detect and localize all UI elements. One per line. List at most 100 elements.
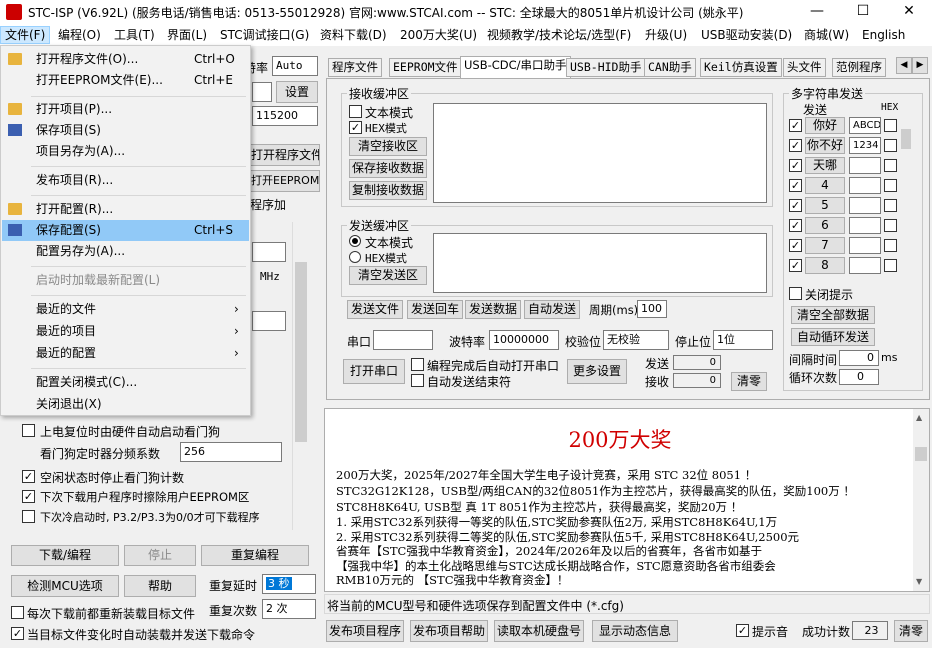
stop-button[interactable]: 停止 — [124, 545, 196, 566]
menu-save-config[interactable]: 保存配置(S) Ctrl+S — [2, 220, 249, 241]
menu-file[interactable]: 文件(F) — [0, 26, 51, 44]
menu-load-latest-config[interactable]: 启动时加载最新配置(L) — [2, 270, 249, 291]
menu-open-project[interactable]: 打开项目(P)... — [2, 99, 249, 120]
tab-examples[interactable]: 范例程序 — [832, 58, 886, 77]
save-recv-button[interactable]: 保存接收数据 — [349, 159, 427, 178]
repeat-program-button[interactable]: 重复编程 — [201, 545, 309, 566]
recv-text-mode-checkbox[interactable] — [349, 105, 362, 118]
interval-input[interactable]: 0 — [839, 350, 879, 366]
reload-checkbox[interactable] — [11, 606, 24, 619]
multi-send-button[interactable]: 你不好 — [805, 137, 845, 154]
auto-loop-button[interactable]: 自动循环发送 — [791, 328, 875, 346]
open-eeprom-file-button[interactable]: 打开EEPROM文件 — [250, 170, 320, 192]
tab-usb-cdc-serial[interactable]: USB-CDC/串口助手 — [460, 56, 571, 78]
menu-usb-driver[interactable]: USB驱动安装(D) — [697, 26, 796, 44]
left-tab-partial[interactable]: 程序加 — [250, 196, 286, 213]
multi-send-input[interactable] — [849, 197, 881, 214]
repeat-delay-select[interactable]: 3 秒 — [262, 574, 316, 594]
menu-open-program-file[interactable]: 打开程序文件(O)... Ctrl+O — [2, 49, 249, 70]
open-port-button[interactable]: 打开串口 — [343, 359, 405, 384]
tab-program-file[interactable]: 程序文件 — [328, 58, 382, 77]
send-file-button[interactable]: 发送文件 — [347, 300, 403, 319]
multi-send-input[interactable] — [849, 157, 881, 174]
multi-send-button[interactable]: 4 — [805, 177, 845, 194]
menu-upgrade[interactable]: 升级(U) — [641, 26, 691, 44]
news-scroll-down[interactable]: ▼ — [916, 577, 922, 586]
idle-stop-watchdog-checkbox[interactable]: ✓ — [22, 470, 35, 483]
port-select[interactable] — [373, 330, 433, 350]
show-dynamic-info-button[interactable]: 显示动态信息 — [592, 620, 678, 642]
mcu-select[interactable] — [252, 82, 272, 102]
menu-exit[interactable]: 关闭退出(X) — [2, 394, 249, 415]
menu-video-forum[interactable]: 视频教学/技术论坛/选型(F) — [483, 26, 635, 44]
multi-send-checkbox[interactable]: ✓ — [789, 119, 802, 132]
menu-recent-configs[interactable]: 最近的配置 › — [2, 343, 249, 364]
auto-send-button[interactable]: 自动发送 — [524, 300, 580, 319]
menu-recent-projects[interactable]: 最近的项目 › — [2, 321, 249, 342]
watchdog-divider-select[interactable]: 256 — [180, 442, 282, 462]
multi-hex-checkbox[interactable] — [884, 159, 897, 172]
minimize-button[interactable]: — — [794, 0, 840, 24]
multi-send-button[interactable]: 天哪 — [805, 157, 845, 174]
erase-eeprom-checkbox[interactable]: ✓ — [22, 490, 35, 503]
chip-select[interactable] — [252, 242, 286, 262]
beep-checkbox[interactable]: ✓ — [736, 624, 749, 637]
menu-config-close-mode[interactable]: 配置关闭模式(C)... — [2, 372, 249, 393]
serial-baud-select[interactable]: 10000000 — [489, 330, 559, 350]
news-scrollbar[interactable]: ▲ ▼ — [913, 409, 929, 591]
menu-debug-interface[interactable]: STC调试接口(G) — [216, 26, 313, 44]
open-program-file-button[interactable]: 打开程序文件 — [250, 144, 320, 166]
close-hint-checkbox[interactable] — [789, 287, 802, 300]
parity-select[interactable]: 无校验 — [603, 330, 669, 350]
multi-send-input[interactable]: ABCD — [849, 117, 881, 134]
help-button[interactable]: 帮助 — [124, 575, 196, 597]
auto-send-checkbox[interactable]: ✓ — [11, 627, 24, 640]
loop-count-input[interactable]: 0 — [839, 369, 879, 385]
menu-english[interactable]: English — [858, 26, 909, 44]
news-scroll-up[interactable]: ▲ — [916, 413, 922, 422]
multi-scrollbar[interactable] — [899, 115, 913, 275]
news-scroll-thumb[interactable] — [915, 447, 927, 461]
read-disk-id-button[interactable]: 读取本机硬盘号 — [494, 620, 584, 642]
menu-prize[interactable]: 200万大奖(U) — [396, 26, 481, 44]
menu-save-project[interactable]: 保存项目(S) — [2, 120, 249, 141]
baud-select[interactable]: Auto — [272, 56, 318, 76]
clear-send-button[interactable]: 清空发送区 — [349, 266, 427, 285]
multi-send-checkbox[interactable]: ✓ — [789, 179, 802, 192]
multi-send-checkbox[interactable]: ✓ — [789, 219, 802, 232]
send-text-mode-radio[interactable] — [349, 235, 361, 247]
multi-send-input[interactable]: 1234 — [849, 137, 881, 154]
send-hex-mode-radio[interactable] — [349, 251, 361, 263]
tab-can[interactable]: CAN助手 — [644, 58, 696, 77]
multi-send-checkbox[interactable]: ✓ — [789, 259, 802, 272]
publish-help-button[interactable]: 发布项目帮助 — [410, 620, 488, 642]
send-enter-button[interactable]: 发送回车 — [407, 300, 463, 319]
menu-shop[interactable]: 商城(W) — [800, 26, 853, 44]
publish-program-button[interactable]: 发布项目程序 — [326, 620, 404, 642]
period-input[interactable]: 100 — [637, 300, 667, 318]
clear-success-button[interactable]: 清零 — [894, 620, 928, 642]
tab-keil-sim[interactable]: Keil仿真设置 — [700, 58, 782, 77]
multi-send-input[interactable] — [849, 177, 881, 194]
tab-scroll-left[interactable]: ◀ — [896, 57, 912, 74]
multi-send-checkbox[interactable]: ✓ — [789, 239, 802, 252]
multi-send-button[interactable]: 5 — [805, 197, 845, 214]
menu-open-config[interactable]: 打开配置(R)... — [2, 199, 249, 220]
recv-textarea[interactable] — [433, 103, 767, 203]
clear-recv-button[interactable]: 清空接收区 — [349, 137, 427, 156]
check-mcu-button[interactable]: 检测MCU选项 — [11, 575, 119, 597]
multi-send-input[interactable] — [849, 257, 881, 274]
menu-save-project-as[interactable]: 项目另存为(A)... — [2, 141, 249, 162]
settings-button[interactable]: 设置 — [276, 81, 318, 103]
multi-send-checkbox[interactable]: ✓ — [789, 159, 802, 172]
recv-hex-mode-checkbox[interactable]: ✓ — [349, 121, 362, 134]
download-program-button[interactable]: 下载/编程 — [11, 545, 119, 566]
menu-tools[interactable]: 工具(T) — [110, 26, 159, 44]
menu-program[interactable]: 编程(O) — [54, 26, 105, 44]
multi-hex-checkbox[interactable] — [884, 119, 897, 132]
repeat-count-select[interactable]: 2 次 — [262, 599, 316, 619]
multi-send-input[interactable] — [849, 217, 881, 234]
hw-watchdog-checkbox[interactable] — [22, 424, 35, 437]
options-scroll-thumb[interactable] — [295, 262, 307, 442]
menu-open-eeprom-file[interactable]: 打开EEPROM文件(E)... Ctrl+E — [2, 70, 249, 91]
